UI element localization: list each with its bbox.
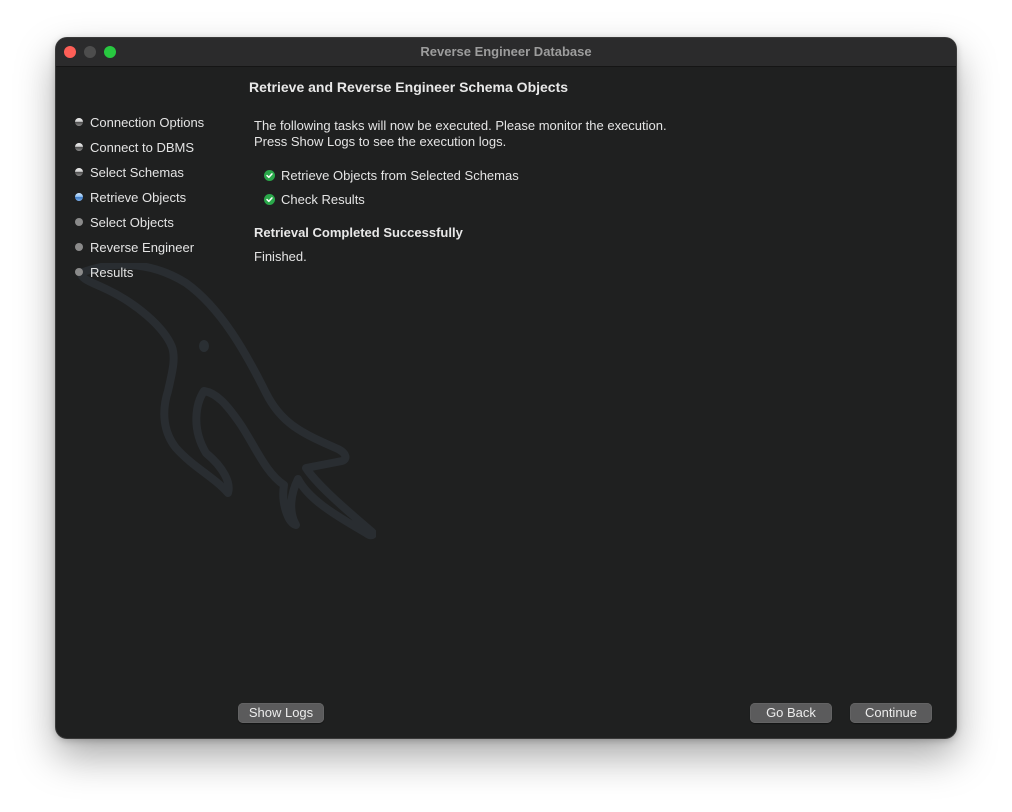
task-item-retrieve-objects: Retrieve Objects from Selected Schemas bbox=[264, 165, 519, 185]
wizard-window: Reverse Engineer Database Connection Opt… bbox=[56, 38, 956, 738]
step-current-bullet-icon bbox=[75, 193, 83, 201]
step-done-bullet-icon bbox=[75, 168, 83, 176]
step-label: Retrieve Objects bbox=[90, 189, 187, 205]
step-retrieve-objects: Retrieve Objects bbox=[75, 187, 186, 207]
wizard-steps-sidebar: Connection Options Connect to DBMS Selec… bbox=[56, 67, 236, 707]
page-title: Retrieve and Reverse Engineer Schema Obj… bbox=[249, 79, 569, 95]
check-circle-icon bbox=[264, 193, 275, 205]
check-circle-icon bbox=[264, 169, 275, 181]
go-back-button[interactable]: Go Back bbox=[750, 703, 832, 723]
task-label: Retrieve Objects from Selected Schemas bbox=[281, 167, 519, 183]
finished-message: Finished. bbox=[254, 249, 307, 264]
window-title: Reverse Engineer Database bbox=[420, 44, 592, 59]
step-label: Select Objects bbox=[90, 214, 174, 230]
step-label: Connect to DBMS bbox=[90, 139, 195, 155]
status-message: Retrieval Completed Successfully bbox=[254, 225, 463, 240]
task-item-check-results: Check Results bbox=[264, 189, 365, 209]
continue-button[interactable]: Continue bbox=[850, 703, 932, 723]
step-select-objects: Select Objects bbox=[75, 212, 174, 232]
step-done-bullet-icon bbox=[75, 143, 83, 151]
task-description: The following tasks will now be executed… bbox=[254, 118, 667, 150]
step-label: Select Schemas bbox=[90, 164, 184, 180]
description-line: The following tasks will now be executed… bbox=[254, 118, 667, 133]
step-label: Connection Options bbox=[90, 114, 205, 130]
title-bar[interactable]: Reverse Engineer Database bbox=[56, 38, 956, 67]
task-label: Check Results bbox=[281, 191, 365, 207]
step-connection-options: Connection Options bbox=[75, 112, 204, 132]
step-results: Results bbox=[75, 262, 133, 282]
step-label: Results bbox=[90, 264, 134, 280]
step-connect-to-dbms: Connect to DBMS bbox=[75, 137, 194, 157]
step-select-schemas: Select Schemas bbox=[75, 162, 184, 182]
step-pending-bullet-icon bbox=[75, 218, 83, 226]
show-logs-button[interactable]: Show Logs bbox=[238, 703, 324, 723]
step-done-bullet-icon bbox=[75, 118, 83, 126]
step-reverse-engineer: Reverse Engineer bbox=[75, 237, 194, 257]
step-pending-bullet-icon bbox=[75, 268, 83, 276]
description-line: Press Show Logs to see the execution log… bbox=[254, 134, 507, 149]
step-label: Reverse Engineer bbox=[90, 239, 195, 255]
step-pending-bullet-icon bbox=[75, 243, 83, 251]
